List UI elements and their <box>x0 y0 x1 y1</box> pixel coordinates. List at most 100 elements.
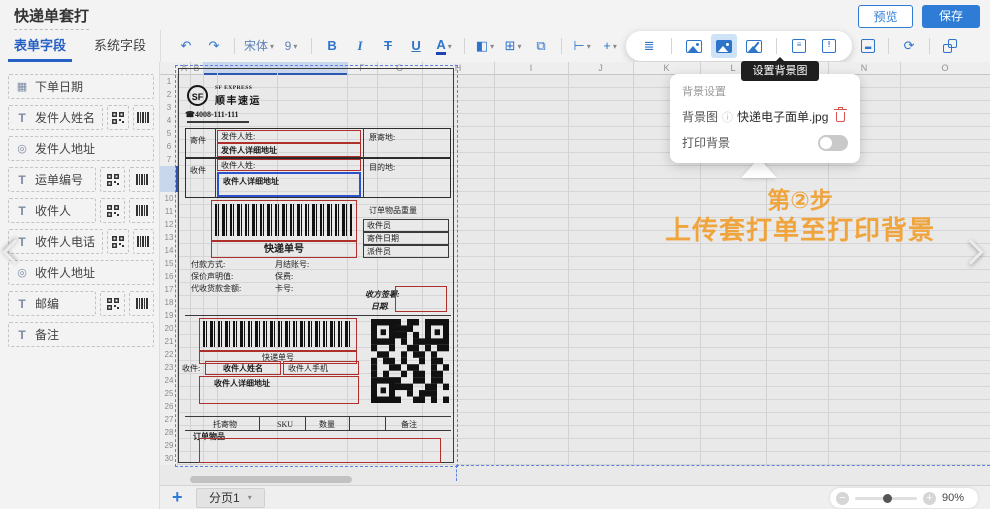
field-location-2[interactable]: ◎发件人地址 <box>8 136 154 161</box>
font-color-button[interactable]: A▾ <box>431 34 457 58</box>
barcode-button[interactable] <box>129 167 154 192</box>
row-header-2[interactable]: 2 <box>160 88 178 101</box>
zoom-slider-knob[interactable] <box>883 494 892 503</box>
qr-code-button[interactable] <box>100 198 125 223</box>
qr-code-button[interactable] <box>100 167 125 192</box>
row-header-21[interactable]: 21 <box>160 335 178 348</box>
field-receiver-name[interactable]: 收件人姓: <box>217 159 361 171</box>
barcode-button[interactable] <box>129 291 154 316</box>
field-receiver2-name[interactable]: 收件人姓名 <box>205 361 281 375</box>
insert-button[interactable]: +▾ <box>597 34 623 58</box>
merge-cells-button[interactable]: ⧉ <box>528 34 554 58</box>
field-calendar-0[interactable]: ▦下单日期 <box>8 74 154 99</box>
barcode-button[interactable] <box>133 229 154 254</box>
zoom-in-button[interactable]: + <box>923 492 936 505</box>
add-sheet-button[interactable]: + <box>172 487 183 508</box>
column-header-O[interactable]: O <box>900 62 990 75</box>
row-header-19[interactable]: 19 <box>160 309 178 322</box>
underline-button[interactable]: U <box>403 34 429 58</box>
field-receiver-address-selected[interactable]: 收件人详细地址 <box>217 172 361 197</box>
toolbar-row: 表单字段 系统字段 ↶↷ 宋体▾9▾ BITUA▾ ◧▾⊞▾⧉ ⊢▾+▾ ≣ ≡! ▂ ⟳ <box>0 30 990 63</box>
field-textarea-8[interactable]: T备注 <box>8 322 154 347</box>
align-button[interactable]: ⊢▾ <box>569 34 595 58</box>
horizontal-scrollbar[interactable] <box>190 476 352 483</box>
field-text-1[interactable]: T发件人姓名 <box>8 105 103 130</box>
row-header-14[interactable]: 14 <box>160 244 178 257</box>
row-header-6[interactable]: 6 <box>160 140 178 153</box>
row-header-28[interactable]: 28 <box>160 426 178 439</box>
font-size-select[interactable]: 9▾ <box>278 34 304 58</box>
row-header-16[interactable]: 16 <box>160 270 178 283</box>
indent-icon[interactable]: ≣ <box>636 34 662 58</box>
font-family-select[interactable]: 宋体▾ <box>242 34 276 58</box>
italic-button[interactable]: I <box>347 34 373 58</box>
column-header-J[interactable]: J <box>568 62 633 75</box>
field-waybill-number-1[interactable]: 快递单号 <box>211 241 357 258</box>
preview-button[interactable]: 预览 <box>858 5 913 28</box>
clerk-receive-box: 收件员 <box>363 219 449 232</box>
page-warning-button[interactable]: ! <box>816 34 842 58</box>
zoom-out-button[interactable]: − <box>836 492 849 505</box>
row-header-22[interactable]: 22 <box>160 348 178 361</box>
refresh-button[interactable]: ⟳ <box>896 34 922 58</box>
row-header-30[interactable]: 30 <box>160 452 178 465</box>
barcode-button[interactable] <box>129 198 154 223</box>
row-header-24[interactable]: 24 <box>160 374 178 387</box>
page-footer-button[interactable]: ▂ <box>855 34 881 58</box>
qr-code-button[interactable] <box>100 291 125 316</box>
set-background-image-button[interactable] <box>711 34 737 58</box>
field-order-items[interactable] <box>199 438 441 463</box>
row-header-26[interactable]: 26 <box>160 400 178 413</box>
field-text-7[interactable]: T邮编 <box>8 291 96 316</box>
tab-system-fields[interactable]: 系统字段 <box>80 30 160 62</box>
print-background-toggle[interactable] <box>818 135 848 151</box>
row-header-1[interactable]: 1 <box>160 75 178 88</box>
spreadsheet-canvas[interactable]: ABCDEFGHIJKLMNO 123456789101112131415161… <box>160 62 990 485</box>
sheet-tab[interactable]: 分页1 ▾ <box>196 488 265 508</box>
field-sign-box[interactable] <box>395 286 447 312</box>
row-header-25[interactable]: 25 <box>160 387 178 400</box>
qr-code-button[interactable] <box>107 105 128 130</box>
save-button[interactable]: 保存 <box>922 5 980 28</box>
row-header-10[interactable]: 10 <box>160 192 178 205</box>
qr-code-button[interactable] <box>107 229 128 254</box>
bold-button[interactable]: B <box>319 34 345 58</box>
row-header-18[interactable]: 18 <box>160 296 178 309</box>
row-header-4[interactable]: 4 <box>160 114 178 127</box>
row-header-20[interactable]: 20 <box>160 322 178 335</box>
column-header-I[interactable]: I <box>494 62 568 75</box>
row-header-7[interactable]: 7 <box>160 153 178 166</box>
row-header-17[interactable]: 17 <box>160 283 178 296</box>
fill-color-button[interactable]: ◧▾ <box>472 34 498 58</box>
zoom-slider[interactable] <box>855 497 917 500</box>
strikethrough-button[interactable]: T <box>375 34 401 58</box>
field-barcode-2[interactable] <box>199 318 357 351</box>
delete-background-icon[interactable] <box>836 112 845 122</box>
page-settings-button[interactable]: ≡ <box>786 34 812 58</box>
tab-form-fields[interactable]: 表单字段 <box>0 30 80 62</box>
image-adjust-button[interactable] <box>741 34 767 58</box>
field-text-4[interactable]: T收件人 <box>8 198 96 223</box>
row-header-27[interactable]: 27 <box>160 413 178 426</box>
barcode-button[interactable] <box>133 105 154 130</box>
row-header-5[interactable]: 5 <box>160 127 178 140</box>
field-receiver2-address[interactable]: 收件人详细地址 <box>199 376 359 404</box>
row-header-15[interactable]: 15 <box>160 257 178 270</box>
field-receiver2-phone[interactable]: 收件人手机 <box>283 361 359 375</box>
row-header-3[interactable]: 3 <box>160 101 178 114</box>
field-sender-name[interactable]: 发件人姓: <box>217 130 361 143</box>
undo-icon[interactable]: ↶ <box>173 34 199 58</box>
field-text-3[interactable]: T运单编号 <box>8 167 96 192</box>
row-header-12[interactable]: 12 <box>160 218 178 231</box>
copy-sheet-button[interactable] <box>937 34 963 58</box>
field-barcode-1[interactable] <box>211 200 357 241</box>
field-location-6[interactable]: ◎收件人地址 <box>8 260 154 285</box>
row-header-23[interactable]: 23 <box>160 361 178 374</box>
row-header-13[interactable]: 13 <box>160 231 178 244</box>
redo-icon[interactable]: ↷ <box>201 34 227 58</box>
field-sender-address[interactable]: 发件人详细地址 <box>217 143 361 157</box>
insert-image-button[interactable] <box>681 34 707 58</box>
row-header-29[interactable]: 29 <box>160 439 178 452</box>
row-header-11[interactable]: 11 <box>160 205 178 218</box>
border-style-button[interactable]: ⊞▾ <box>500 34 526 58</box>
